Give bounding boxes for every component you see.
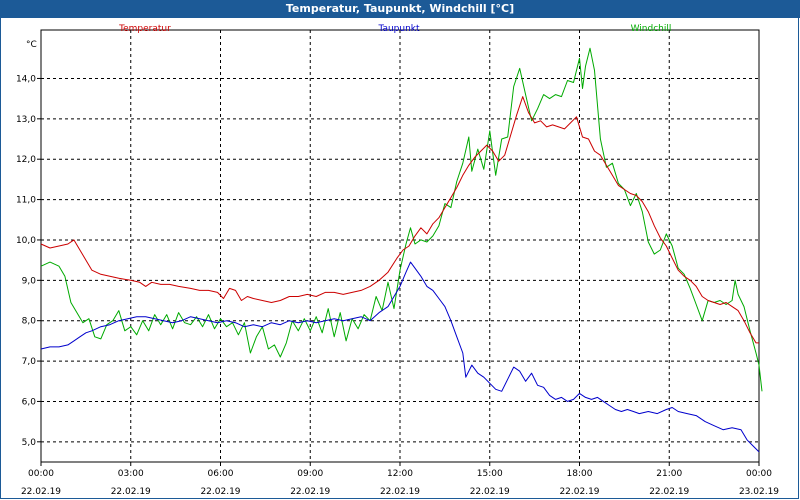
y-tick-label: 10,0 [16, 236, 36, 246]
x-tick-labels: 00:00 22.02.19 03:00 22.02.19 06:00 22.02.19 0… [21, 469, 779, 497]
y-tick-label: 11,0 [16, 196, 36, 206]
x-tick-time: 06:00 [208, 469, 234, 479]
legend-item-temperatur: Temperatur [118, 24, 171, 34]
line-chart: °C 5,0 6,0 7,0 8,0 9,0 10,0 11,0 12,0 13,0 14,0 0… [16, 24, 779, 497]
x-tick-date: 22.02.19 [200, 487, 240, 497]
axes [37, 29, 760, 466]
y-axis-label: °C [26, 40, 37, 50]
x-tick-date: 22.02.19 [470, 487, 510, 497]
series-lines [40, 47, 763, 453]
legend: Temperatur Taupunkt Windchill [118, 24, 671, 34]
y-tick-label: 5,0 [22, 438, 37, 448]
series-line-windchill [40, 47, 763, 392]
x-tick-date: 22.02.19 [380, 487, 420, 497]
y-tick-labels: 5,0 6,0 7,0 8,0 9,0 10,0 11,0 12,0 13,0 14,0 [16, 74, 36, 447]
x-tick-time: 15:00 [477, 469, 503, 479]
x-tick-date: 22.02.19 [21, 487, 61, 497]
x-tick-date: 22.02.19 [559, 487, 599, 497]
x-tick-date: 22.02.19 [290, 487, 330, 497]
x-tick-time: 12:00 [387, 469, 413, 479]
x-tick-time: 00:00 [746, 469, 772, 479]
window-title: Temperatur, Taupunkt, Windchill [°C] [0, 0, 800, 18]
x-tick-time: 18:00 [567, 469, 593, 479]
y-tick-label: 6,0 [22, 397, 37, 407]
grid [41, 30, 759, 462]
y-tick-label: 9,0 [22, 276, 37, 286]
x-tick-time: 21:00 [656, 469, 682, 479]
chart-panel: °C 5,0 6,0 7,0 8,0 9,0 10,0 11,0 12,0 13,0 14,0 0… [0, 18, 799, 499]
x-tick-date: 22.02.19 [649, 487, 689, 497]
y-tick-label: 12,0 [16, 155, 36, 165]
legend-item-taupunkt: Taupunkt [377, 24, 420, 34]
x-tick-time: 09:00 [297, 469, 323, 479]
y-tick-label: 8,0 [22, 317, 37, 327]
y-tick-label: 7,0 [22, 357, 37, 367]
y-tick-label: 14,0 [16, 74, 36, 84]
y-tick-label: 13,0 [16, 115, 36, 125]
x-tick-time: 00:00 [28, 469, 54, 479]
x-tick-time: 03:00 [118, 469, 144, 479]
legend-item-windchill: Windchill [631, 24, 672, 34]
x-tick-date: 22.02.19 [111, 487, 151, 497]
x-tick-date: 23.02.19 [739, 487, 779, 497]
